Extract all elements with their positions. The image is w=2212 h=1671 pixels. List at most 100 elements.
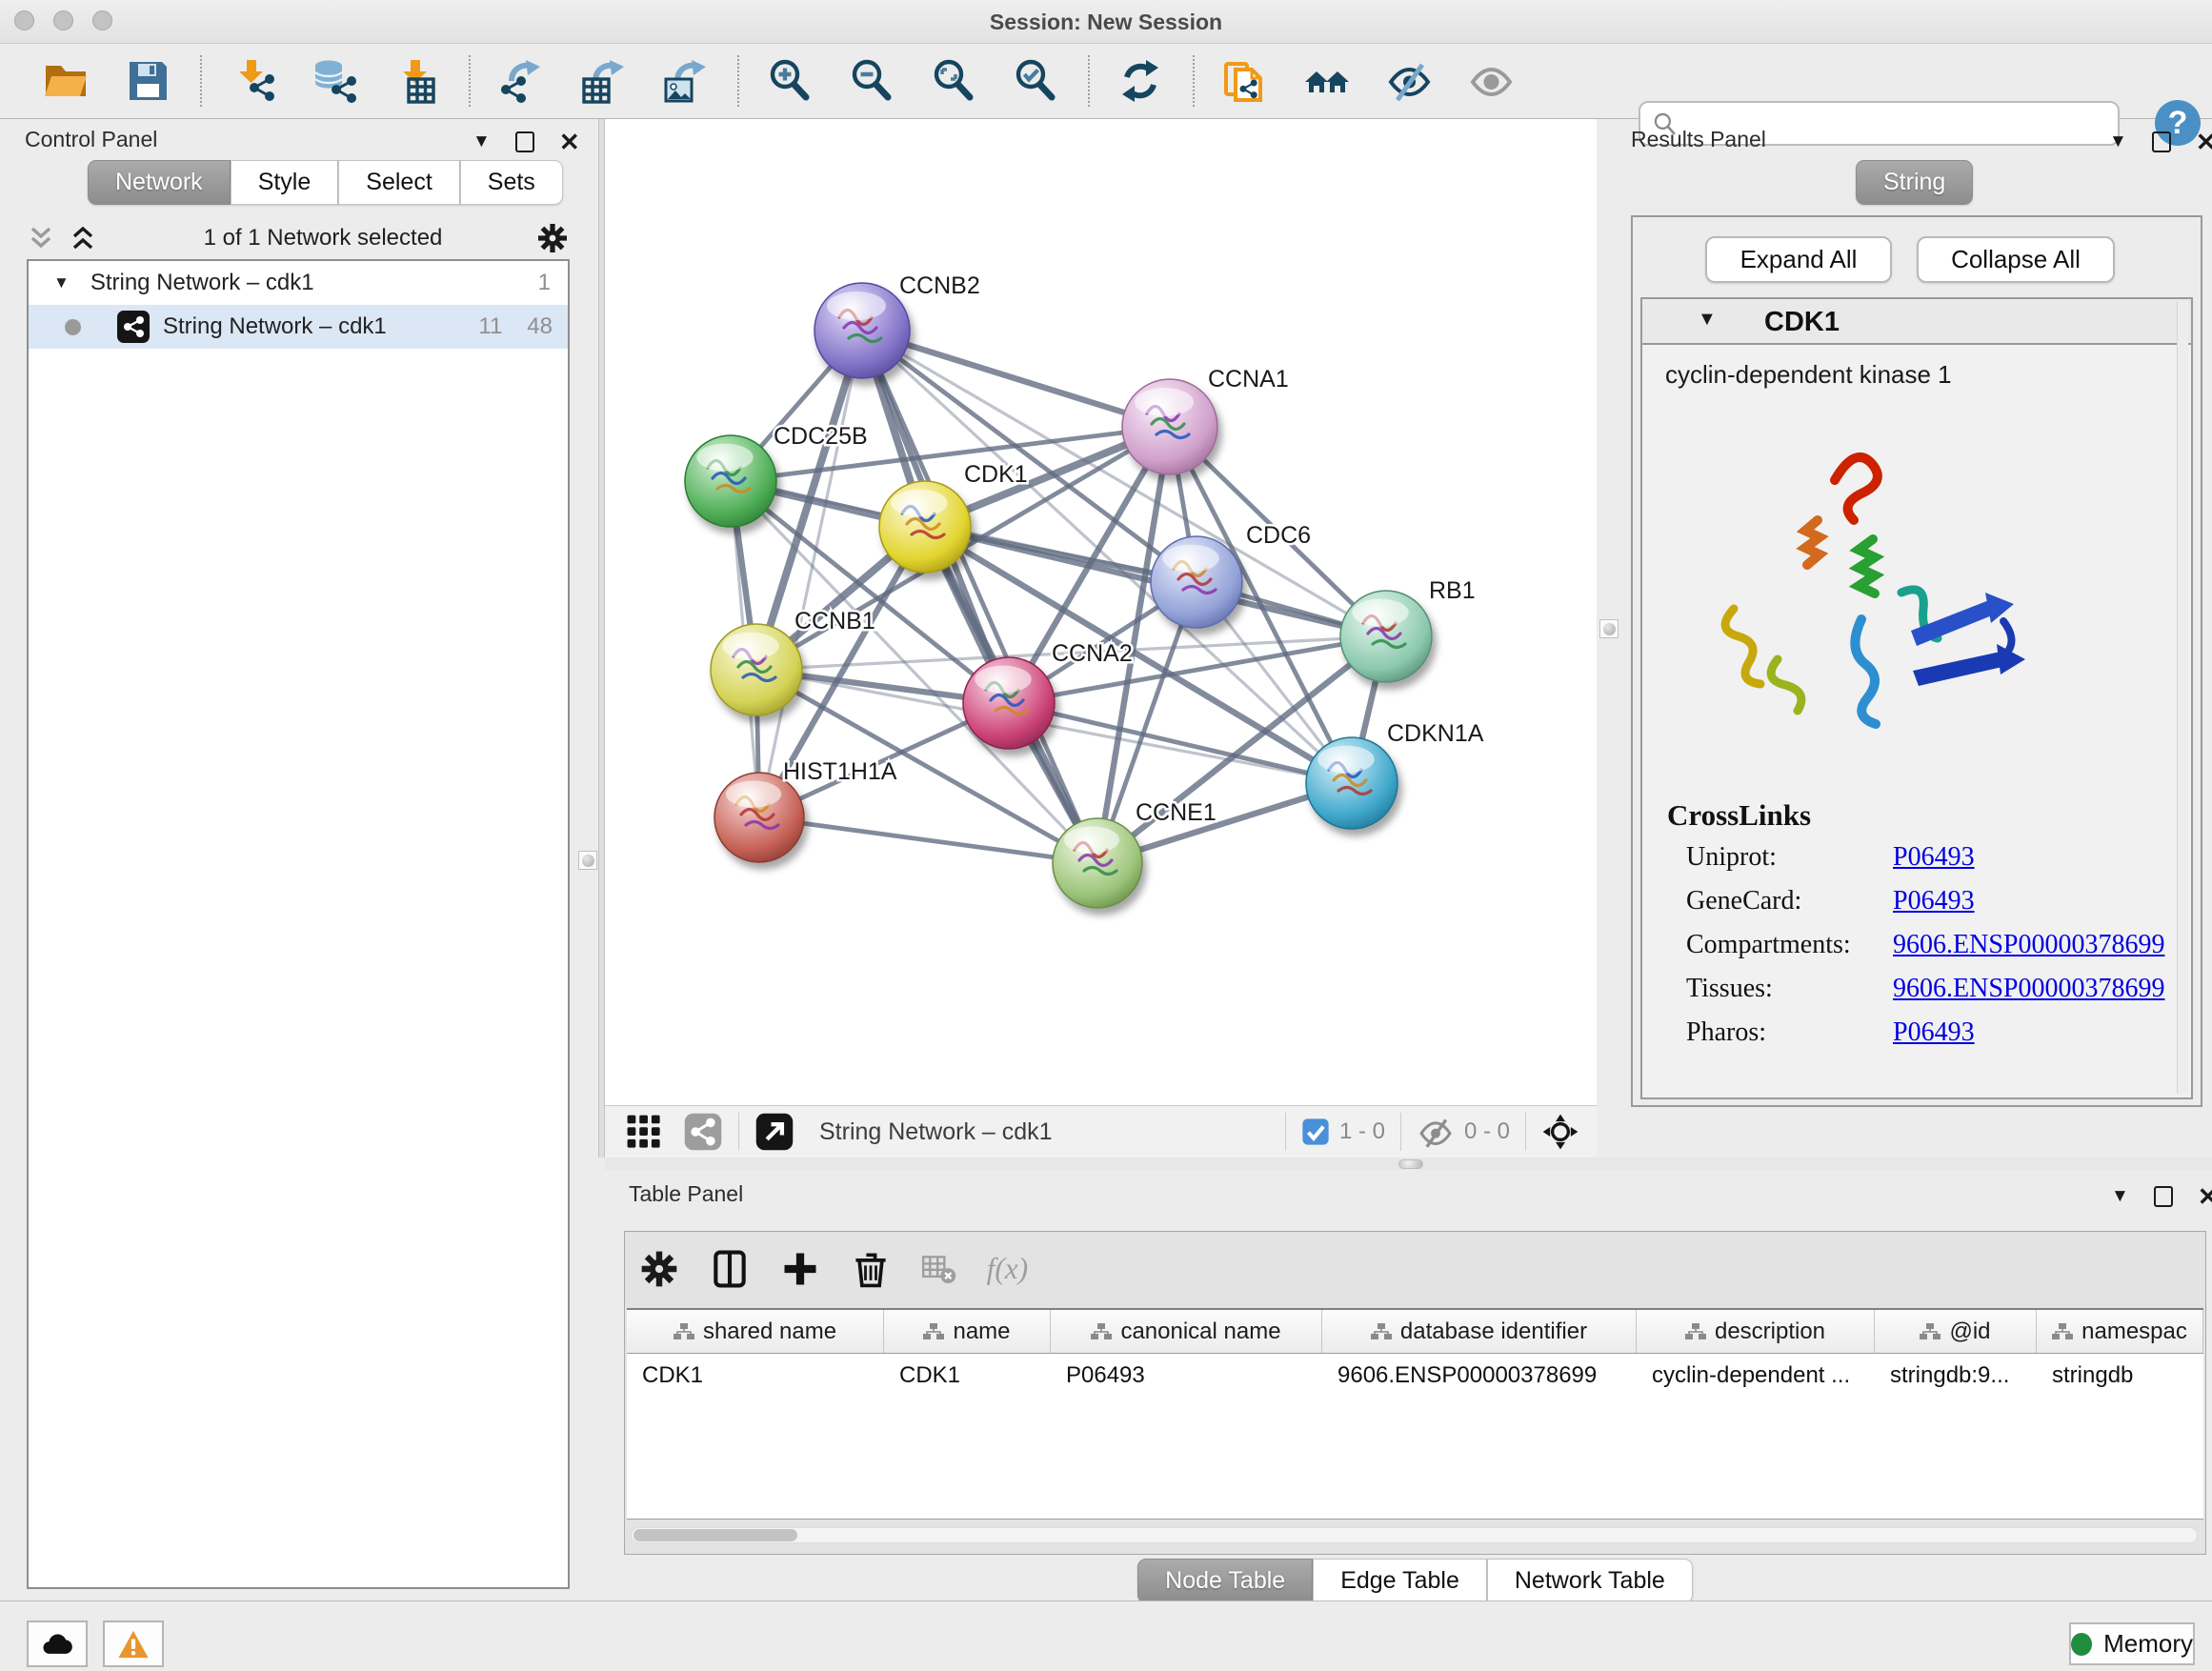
edge-count: 48 <box>527 313 553 340</box>
network-node-cdk1[interactable]: CDK1 <box>879 461 1028 573</box>
hide-display-button[interactable] <box>1379 52 1438 110</box>
network-share-icon[interactable] <box>683 1112 723 1152</box>
export-image-button[interactable] <box>655 52 714 110</box>
panel-menu-caret-icon[interactable]: ▼ <box>2111 1186 2129 1207</box>
import-network-from-database-button[interactable] <box>305 52 364 110</box>
crosslink-value-link[interactable]: P06493 <box>1893 1017 1975 1047</box>
import-network-from-file-button[interactable] <box>223 52 282 110</box>
column-header-database-identifier[interactable]: database identifier <box>1322 1310 1637 1353</box>
tree-expand-caret-icon[interactable]: ▼ <box>53 273 70 292</box>
expand-all-chevron-icon[interactable] <box>69 224 97 252</box>
table-cell[interactable]: stringdb:9... <box>1875 1354 2037 1398</box>
hidden-eye-icon[interactable] <box>1417 1113 1455 1151</box>
tab-string[interactable]: String <box>1856 160 1973 205</box>
birds-eye-view-icon[interactable] <box>1541 1113 1579 1151</box>
table-cell[interactable]: CDK1 <box>884 1354 1051 1398</box>
panel-float-icon[interactable] <box>2154 1186 2173 1207</box>
save-session-button[interactable] <box>118 52 177 110</box>
panel-float-icon[interactable] <box>2152 131 2171 152</box>
horizontal-splitter-handle[interactable] <box>1398 1159 1423 1169</box>
column-header-name[interactable]: name <box>884 1310 1051 1353</box>
crosslink-value-link[interactable]: 9606.ENSP00000378699 <box>1893 974 2164 1003</box>
delete-column-trash-icon[interactable] <box>850 1248 892 1290</box>
panel-menu-caret-icon[interactable]: ▼ <box>2109 131 2127 152</box>
panel-close-icon[interactable]: ✕ <box>2196 131 2212 152</box>
delete-table-icon[interactable] <box>920 1251 956 1287</box>
collapse-all-button[interactable]: Collapse All <box>1917 236 2115 283</box>
cloud-button[interactable] <box>27 1621 88 1667</box>
table-horizontal-scrollbar[interactable] <box>631 1527 2198 1543</box>
scrollbar-thumb[interactable] <box>633 1529 797 1541</box>
network-edge[interactable] <box>862 331 1170 427</box>
refresh-network-button[interactable] <box>1111 52 1170 110</box>
column-header--id[interactable]: @id <box>1875 1310 2037 1353</box>
column-header-namespac[interactable]: namespac <box>2037 1310 2203 1353</box>
network-row[interactable]: String Network – cdk1 11 48 <box>29 305 568 349</box>
left-splitter[interactable] <box>598 119 605 1158</box>
open-session-icon <box>43 58 89 104</box>
tab-style[interactable]: Style <box>231 160 339 205</box>
panel-menu-caret-icon[interactable]: ▼ <box>473 131 491 152</box>
tab-network-table[interactable]: Network Table <box>1487 1559 1693 1603</box>
memory-button[interactable]: Memory <box>2069 1622 2195 1665</box>
network-node-hist1h1a[interactable]: HIST1H1A <box>714 758 897 862</box>
tab-node-table[interactable]: Node Table <box>1137 1559 1313 1603</box>
toolbar-separator <box>1088 55 1090 107</box>
tab-edge-table[interactable]: Edge Table <box>1313 1559 1487 1603</box>
network-canvas[interactable]: CCNB2 CCNA1 CDC25B CDK1 CDC6 RB1 CCNB1 C… <box>605 119 1597 1105</box>
column-header-canonical-name[interactable]: canonical name <box>1051 1310 1322 1353</box>
protein-card-header[interactable]: ▼ CDK1 <box>1642 299 2191 345</box>
crosslink-value-link[interactable]: 9606.ENSP00000378699 <box>1893 930 2164 959</box>
panel-close-icon[interactable]: ✕ <box>2198 1186 2212 1207</box>
tab-network[interactable]: Network <box>88 160 231 205</box>
network-collection-row[interactable]: ▼ String Network – cdk1 1 <box>29 261 568 305</box>
network-edge[interactable] <box>759 817 1097 863</box>
grid-view-icon[interactable] <box>626 1114 662 1150</box>
table-cell[interactable]: cyclin-dependent ... <box>1637 1354 1875 1398</box>
left-splitter-handle[interactable] <box>578 851 597 870</box>
table-options-gear-icon[interactable] <box>638 1248 680 1290</box>
network-options-gear-icon[interactable] <box>535 221 570 255</box>
table-cell[interactable]: 9606.ENSP00000378699 <box>1322 1354 1637 1398</box>
import-table-from-file-button[interactable] <box>387 52 446 110</box>
toolbar-separator <box>1400 1113 1401 1151</box>
zoom-selected-button[interactable] <box>1006 52 1065 110</box>
crosslink-value-link[interactable]: P06493 <box>1893 886 1975 916</box>
collapse-caret-icon[interactable]: ▼ <box>1698 309 1717 331</box>
panel-close-icon[interactable]: ✕ <box>559 131 580 152</box>
expand-all-button[interactable]: Expand All <box>1705 236 1892 283</box>
network-node-rb1[interactable]: RB1 <box>1340 577 1476 682</box>
table-row[interactable]: CDK1CDK1P064939606.ENSP00000378699cyclin… <box>627 1354 2203 1398</box>
tab-select[interactable]: Select <box>338 160 459 205</box>
table-cell[interactable]: CDK1 <box>627 1354 884 1398</box>
column-header-description[interactable]: description <box>1637 1310 1875 1353</box>
zoom-in-button[interactable] <box>760 52 819 110</box>
warnings-button[interactable] <box>103 1621 164 1667</box>
right-splitter-handle[interactable] <box>1599 619 1619 638</box>
network-node-cdkn1a[interactable]: CDKN1A <box>1306 720 1484 829</box>
collapse-all-chevron-icon[interactable] <box>27 224 55 252</box>
network-node-cdc25b[interactable]: CDC25B <box>685 423 868 527</box>
function-builder-icon[interactable]: f(x) <box>985 1248 1048 1290</box>
open-in-new-window-icon[interactable] <box>754 1112 794 1152</box>
panel-float-icon[interactable] <box>515 131 534 152</box>
show-display-button[interactable] <box>1461 52 1520 110</box>
column-header-shared-name[interactable]: shared name <box>627 1310 884 1353</box>
network-node-ccna1[interactable]: CCNA1 <box>1122 366 1289 474</box>
zoom-out-button[interactable] <box>842 52 901 110</box>
open-session-button[interactable] <box>36 52 95 110</box>
houses-button[interactable] <box>1297 52 1357 110</box>
table-cell[interactable]: stringdb <box>2037 1354 2203 1398</box>
export-table-button[interactable] <box>573 52 633 110</box>
duplicate-network-button[interactable] <box>1216 52 1275 110</box>
show-columns-icon[interactable] <box>709 1248 751 1290</box>
table-cell[interactable]: P06493 <box>1051 1354 1322 1398</box>
zoom-fit-button[interactable] <box>924 52 983 110</box>
selected-checkbox-icon[interactable] <box>1301 1117 1330 1146</box>
export-network-button[interactable] <box>492 52 551 110</box>
tab-sets[interactable]: Sets <box>460 160 563 205</box>
add-column-plus-icon[interactable] <box>779 1248 821 1290</box>
crosslink-value-link[interactable]: P06493 <box>1893 842 1975 872</box>
network-edge[interactable] <box>862 331 1097 863</box>
results-scrollbar[interactable] <box>2177 301 2188 1094</box>
